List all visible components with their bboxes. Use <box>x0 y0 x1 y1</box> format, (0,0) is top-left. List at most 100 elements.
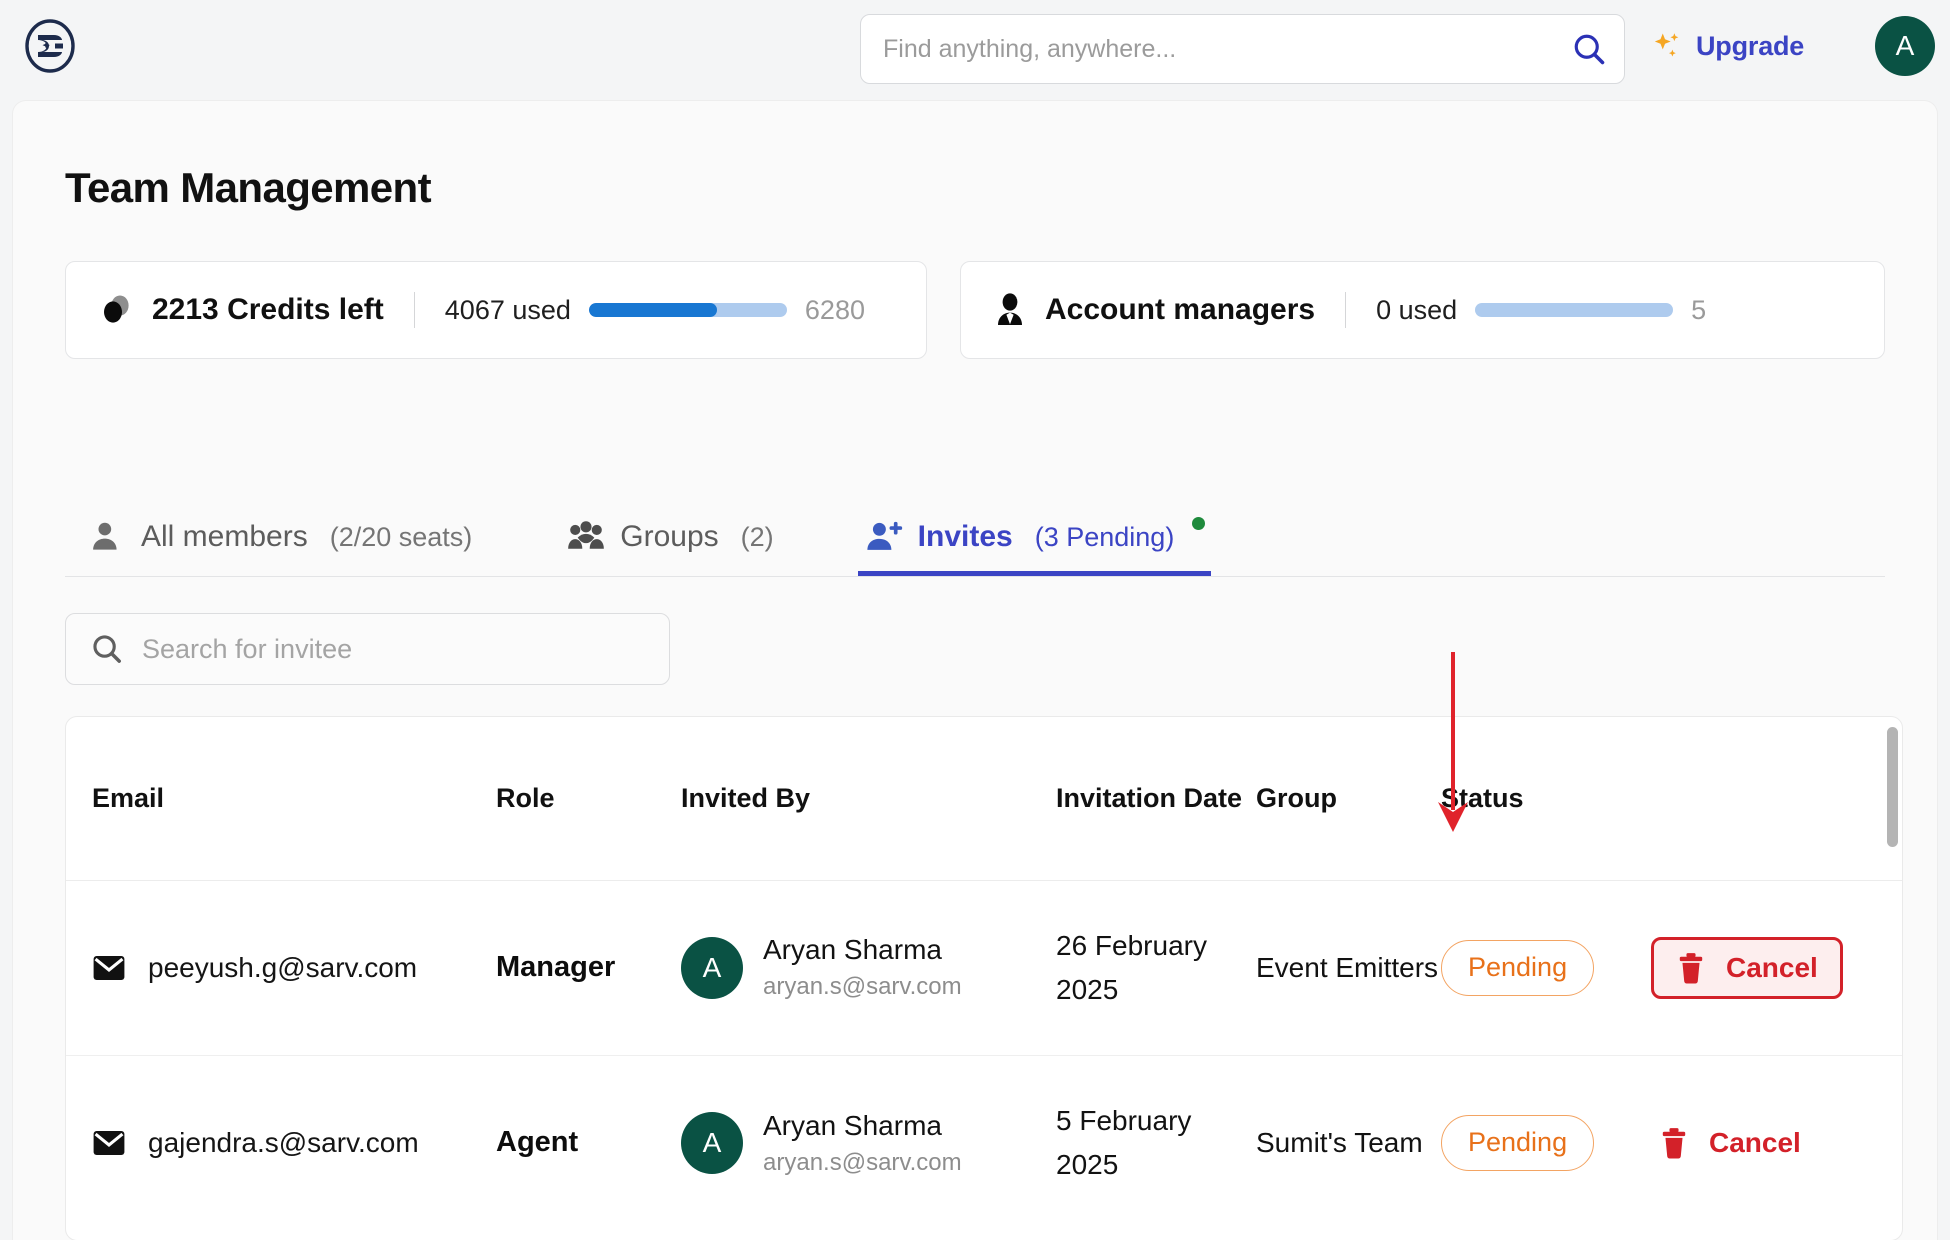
cell-group: Sumit's Team <box>1256 1055 1441 1230</box>
invites-table-head: Email Role Invited By Invitation Date Gr… <box>66 717 1902 881</box>
group-people-icon <box>568 521 605 549</box>
sparkles-icon <box>1654 33 1679 57</box>
invitee-email: peeyush.g@sarv.com <box>148 951 418 983</box>
credits-divider <box>413 292 415 328</box>
cell-invited-by: A Aryan Sharma aryan.s@sarv.com <box>681 880 1056 1056</box>
managers-used-label: 0 used <box>1376 294 1458 325</box>
tab-invites-label: Invites <box>917 520 1013 553</box>
envelope-icon <box>93 1130 125 1155</box>
cell-email: gajendra.s@sarv.com <box>66 1055 496 1230</box>
credits-total-label: 6280 <box>804 294 865 325</box>
inviter-name: Aryan Sharma <box>763 934 942 966</box>
invites-table-body: peeyush.g@sarv.com Manager A Aryan Sharm… <box>66 880 1902 1230</box>
tab-invites-count: (3 Pending) <box>1034 521 1175 552</box>
column-header-invitation-date: Invitation Date <box>1056 717 1256 881</box>
credits-used-label: 4067 used <box>444 294 571 325</box>
active-tab-underline <box>857 571 1212 576</box>
search-icon <box>1574 34 1605 65</box>
credits-stat-card: 2213 Credits left 4067 used 6280 <box>65 261 927 359</box>
cell-action: Cancel <box>1651 880 1902 1056</box>
managers-divider <box>1345 292 1347 328</box>
invitation-date: 5 February 2025 <box>1056 1105 1192 1180</box>
page-title: Team Management <box>65 164 432 211</box>
user-avatar[interactable]: A <box>1875 16 1935 76</box>
de-logo-icon <box>25 19 75 73</box>
cell-role: Agent <box>496 1055 681 1230</box>
page-container: Team Management 2213 Credits left 4067 u… <box>12 100 1938 1240</box>
cell-invitation-date: 26 February 2025 <box>1056 880 1256 1056</box>
column-header-group: Group <box>1256 717 1441 881</box>
pending-indicator-dot <box>1192 517 1206 530</box>
invitation-date: 26 February 2025 <box>1056 930 1207 1005</box>
cell-status: Pending <box>1441 1055 1651 1230</box>
cancel-invite-label: Cancel <box>1726 951 1818 983</box>
inviter-name: Aryan Sharma <box>763 1109 942 1141</box>
credits-progress-fill <box>588 303 718 317</box>
cell-email: peeyush.g@sarv.com <box>66 880 496 1056</box>
credits-coin-icon <box>96 290 136 330</box>
tab-invites[interactable]: Invites (3 Pending) <box>857 499 1212 576</box>
invitee-email: gajendra.s@sarv.com <box>148 1126 419 1158</box>
table-row: gajendra.s@sarv.com Agent A Aryan Sharma <box>66 1055 1902 1230</box>
envelope-icon <box>93 955 125 980</box>
cell-invited-by: A Aryan Sharma aryan.s@sarv.com <box>681 1055 1056 1230</box>
credits-label: 2213 Credits left <box>152 293 384 326</box>
cell-role: Manager <box>496 880 681 1056</box>
person-add-icon <box>867 521 902 550</box>
search-icon <box>90 632 124 666</box>
upgrade-button[interactable]: Upgrade <box>1650 18 1804 74</box>
cancel-invite-button[interactable]: Cancel <box>1651 936 1843 999</box>
user-avatar-initial: A <box>1895 30 1915 61</box>
invitee-search-bar[interactable] <box>65 613 670 685</box>
cancel-invite-button[interactable]: Cancel <box>1651 1113 1809 1173</box>
app-logo[interactable] <box>22 18 78 74</box>
inviter-avatar-initial: A <box>702 951 722 983</box>
cell-group: Event Emitters <box>1256 880 1441 1056</box>
inviter-email: aryan.s@sarv.com <box>763 973 962 1001</box>
inviter-avatar: A <box>681 1111 743 1174</box>
account-manager-icon <box>991 291 1029 329</box>
column-header-email: Email <box>66 717 496 881</box>
tab-all-members-label: All members <box>141 520 308 553</box>
trash-icon <box>1679 952 1703 983</box>
column-header-role: Role <box>496 717 681 881</box>
account-managers-label: Account managers <box>1045 293 1316 326</box>
cancel-invite-label: Cancel <box>1709 1126 1801 1158</box>
status-badge: Pending <box>1441 939 1595 996</box>
column-header-status: Status <box>1441 717 1651 881</box>
inviter-email: aryan.s@sarv.com <box>763 1148 962 1176</box>
upgrade-label: Upgrade <box>1696 30 1805 61</box>
cell-status: Pending <box>1441 880 1651 1056</box>
team-tabs: All members (2/20 seats) Groups (2) Invi… <box>65 499 1885 577</box>
trash-icon <box>1662 1127 1686 1159</box>
table-header-row: Email Role Invited By Invitation Date Gr… <box>66 717 1902 881</box>
global-search-button[interactable] <box>1554 15 1624 83</box>
cell-invitation-date: 5 February 2025 <box>1056 1055 1256 1230</box>
column-header-invited-by: Invited By <box>681 717 1056 881</box>
account-managers-stat-card: Account managers 0 used 5 <box>960 261 1885 359</box>
tab-all-members-count: (2/20 seats) <box>329 521 473 552</box>
column-header-action <box>1651 717 1902 881</box>
credits-progress-bar <box>588 303 787 317</box>
invitee-role: Manager <box>496 951 616 983</box>
invites-table-card: Email Role Invited By Invitation Date Gr… <box>65 716 1903 1240</box>
invitee-search-input[interactable] <box>124 615 669 683</box>
inviter-avatar: A <box>681 936 743 999</box>
tab-groups-label: Groups <box>620 520 719 553</box>
tab-groups[interactable]: Groups (2) <box>560 499 779 575</box>
table-scrollbar-thumb[interactable] <box>1887 727 1898 847</box>
status-badge: Pending <box>1441 1114 1595 1171</box>
invitee-group: Event Emitters <box>1256 951 1439 983</box>
person-icon <box>93 522 117 550</box>
invitee-group: Sumit's Team <box>1256 1127 1423 1159</box>
inviter-avatar-initial: A <box>702 1126 722 1158</box>
global-search-input[interactable] <box>861 16 1554 82</box>
cell-action: Cancel <box>1651 1055 1902 1230</box>
invitee-role: Agent <box>496 1126 579 1159</box>
table-row: peeyush.g@sarv.com Manager A Aryan Sharm… <box>66 880 1902 1056</box>
tab-all-members[interactable]: All members (2/20 seats) <box>83 499 478 575</box>
managers-total-label: 5 <box>1691 294 1707 325</box>
global-search-bar[interactable] <box>860 14 1625 84</box>
tab-groups-count: (2) <box>740 521 774 552</box>
invites-table: Email Role Invited By Invitation Date Gr… <box>66 717 1902 1230</box>
